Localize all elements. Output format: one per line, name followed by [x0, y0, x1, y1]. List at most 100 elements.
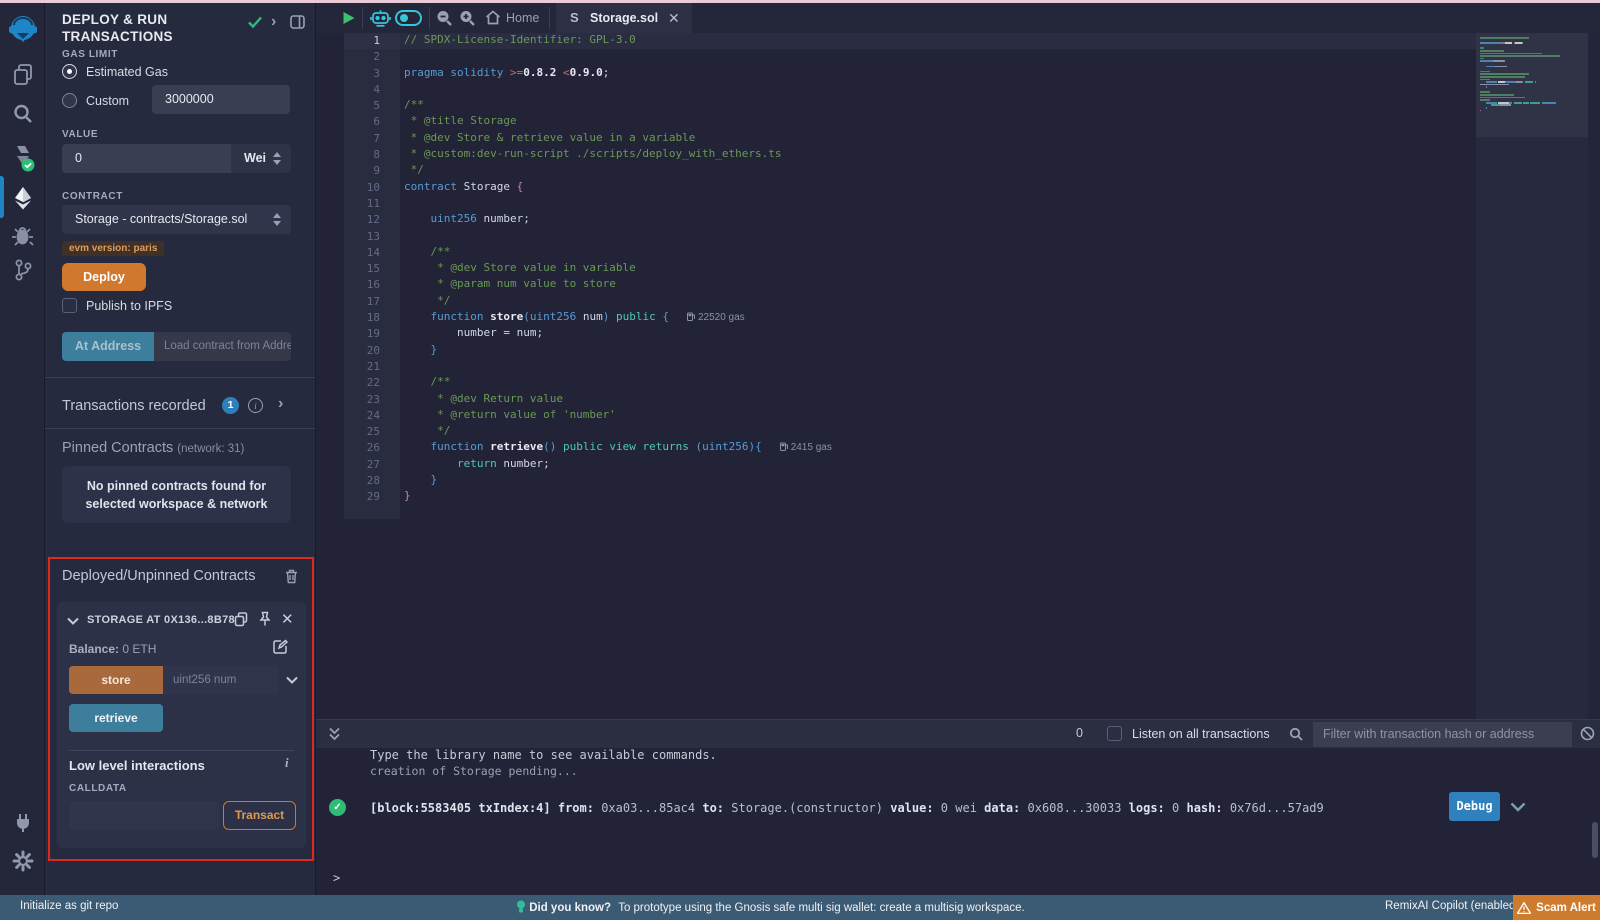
publish-ipfs-label: Publish to IPFS [86, 299, 172, 313]
terminal-filter-input[interactable]: Filter with transaction hash or address [1313, 722, 1572, 747]
custom-gas-input[interactable]: 3000000 [152, 85, 290, 114]
tab-storage-sol[interactable]: S Storage.sol ✕ [556, 3, 692, 33]
line-number: 26 [344, 440, 400, 456]
deployed-contract-card: STORAGE AT 0X136...8B78 ✕ Balance: 0 ETH… [57, 602, 306, 848]
scam-alert-button[interactable]: Scam Alert [1513, 895, 1600, 920]
home-tab-label[interactable]: Home [506, 11, 539, 25]
debug-button[interactable]: Debug [1449, 792, 1500, 821]
tip-text: To prototype using the Gnosis safe multi… [618, 902, 1025, 914]
calldata-input[interactable] [69, 801, 219, 830]
edit-balance-icon[interactable] [273, 639, 288, 654]
store-expand-chevron[interactable] [286, 676, 298, 684]
code-content[interactable]: // SPDX-License-Identifier: GPL-3.0pragm… [404, 33, 1476, 519]
git-init-status[interactable]: Initialize as git repo [20, 900, 118, 912]
line-number: 2 [344, 49, 400, 65]
code-line: */ [404, 294, 1476, 310]
store-function-button[interactable]: store [69, 666, 163, 694]
line-number: 27 [344, 457, 400, 473]
trash-icon[interactable] [285, 569, 298, 584]
home-icon[interactable] [485, 10, 501, 25]
git-icon[interactable] [0, 258, 45, 282]
line-number: 28 [344, 473, 400, 489]
debugger-icon[interactable] [0, 224, 45, 247]
tx-expand-chevron[interactable] [1510, 802, 1526, 812]
gas-limit-label: GAS LIMIT [62, 49, 118, 60]
terminal-scrollbar[interactable] [1592, 822, 1598, 858]
copy-address-icon[interactable] [234, 612, 248, 627]
line-number: 7 [344, 131, 400, 147]
publish-ipfs-checkbox[interactable] [62, 298, 77, 313]
ai-robot-icon[interactable] [370, 9, 391, 27]
value-input[interactable]: 0 [62, 144, 231, 173]
retrieve-function-button[interactable]: retrieve [69, 704, 163, 732]
code-line [404, 196, 1476, 212]
remix-ide-window: DEPLOY & RUN TRANSACTIONS › GAS LIMIT Es… [0, 0, 1600, 920]
tip-bold-text: Did you know? [529, 902, 611, 914]
settings-gear-icon[interactable] [0, 849, 45, 873]
listen-all-label: Listen on all transactions [1132, 727, 1270, 741]
line-number: 22 [344, 375, 400, 391]
editor-minimap[interactable] [1476, 33, 1588, 719]
line-number: 3 [344, 66, 400, 82]
store-arg-input[interactable]: uint256 num [163, 666, 278, 694]
custom-gas-radio[interactable] [62, 93, 77, 108]
line-number: 10 [344, 180, 400, 196]
clear-terminal-icon[interactable] [1580, 726, 1595, 741]
lightbulb-icon [516, 900, 526, 914]
line-number: 14 [344, 245, 400, 261]
deploy-run-icon[interactable] [0, 185, 45, 211]
toolbar-separator [549, 7, 550, 29]
file-explorer-icon[interactable] [0, 63, 45, 87]
contract-collapse-chevron[interactable] [67, 617, 79, 625]
terminal-prompt[interactable]: > [333, 871, 340, 885]
code-line: number = num; [404, 326, 1476, 342]
code-line: */ [404, 424, 1476, 440]
tx-log-line: [block:5583405 txIndex:4] from: 0xa03...… [370, 801, 1324, 815]
collapse-terminal-icon[interactable] [328, 727, 341, 741]
pin-contract-icon[interactable] [258, 611, 272, 627]
transact-button[interactable]: Transact [223, 801, 296, 830]
zoom-in-icon[interactable] [459, 10, 475, 26]
line-number: 12 [344, 212, 400, 228]
line-number: 9 [344, 163, 400, 179]
transactions-expand-chevron[interactable]: › [278, 395, 283, 413]
code-line: // SPDX-License-Identifier: GPL-3.0 [404, 33, 1476, 49]
copilot-status[interactable]: RemixAI Copilot (enabled) [1385, 900, 1519, 912]
listen-all-checkbox[interactable] [1107, 726, 1122, 741]
panel-chevron-right-icon[interactable]: › [271, 13, 276, 31]
remove-contract-icon[interactable]: ✕ [281, 610, 294, 628]
panel-layout-icon[interactable] [290, 15, 305, 29]
tab-close-icon[interactable]: ✕ [668, 10, 680, 27]
value-unit-select[interactable]: Wei [231, 144, 291, 173]
plugin-manager-icon[interactable] [0, 811, 45, 835]
deploy-button[interactable]: Deploy [62, 263, 146, 291]
remix-logo[interactable] [0, 12, 45, 46]
calldata-label: CALLDATA [69, 783, 127, 794]
solidity-compiler-icon[interactable] [0, 143, 45, 173]
balance-row: Balance: 0 ETH [69, 642, 156, 656]
line-number: 16 [344, 277, 400, 293]
editor-scrollbar[interactable] [1588, 33, 1600, 719]
contract-label: CONTRACT [62, 191, 123, 202]
run-script-play-icon[interactable] [342, 11, 355, 25]
at-address-button[interactable]: At Address [62, 332, 154, 361]
low-level-info-icon[interactable]: i [285, 755, 289, 771]
code-line: * @return value of 'number' [404, 408, 1476, 424]
zoom-out-icon[interactable] [436, 10, 452, 26]
estimated-gas-radio[interactable] [62, 64, 77, 79]
transactions-info-icon[interactable]: i [248, 398, 263, 413]
copilot-toggle[interactable] [395, 10, 422, 26]
contract-select[interactable]: Storage - contracts/Storage.sol [62, 205, 291, 234]
divider [69, 750, 294, 751]
terminal-body[interactable]: Type the library name to see available c… [316, 748, 1600, 895]
at-address-input[interactable]: Load contract from Addre [154, 332, 291, 361]
minimap-code [1480, 37, 1584, 112]
deployed-contract-title[interactable]: STORAGE AT 0X136...8B78 [87, 614, 235, 626]
code-line: /** [404, 245, 1476, 261]
solidity-file-icon: S [570, 10, 579, 25]
no-pinned-contracts-card: No pinned contracts found for selected w… [62, 466, 291, 523]
search-icon[interactable] [0, 103, 45, 125]
line-number: 17 [344, 294, 400, 310]
line-number: 29 [344, 489, 400, 505]
line-number: 5 [344, 98, 400, 114]
